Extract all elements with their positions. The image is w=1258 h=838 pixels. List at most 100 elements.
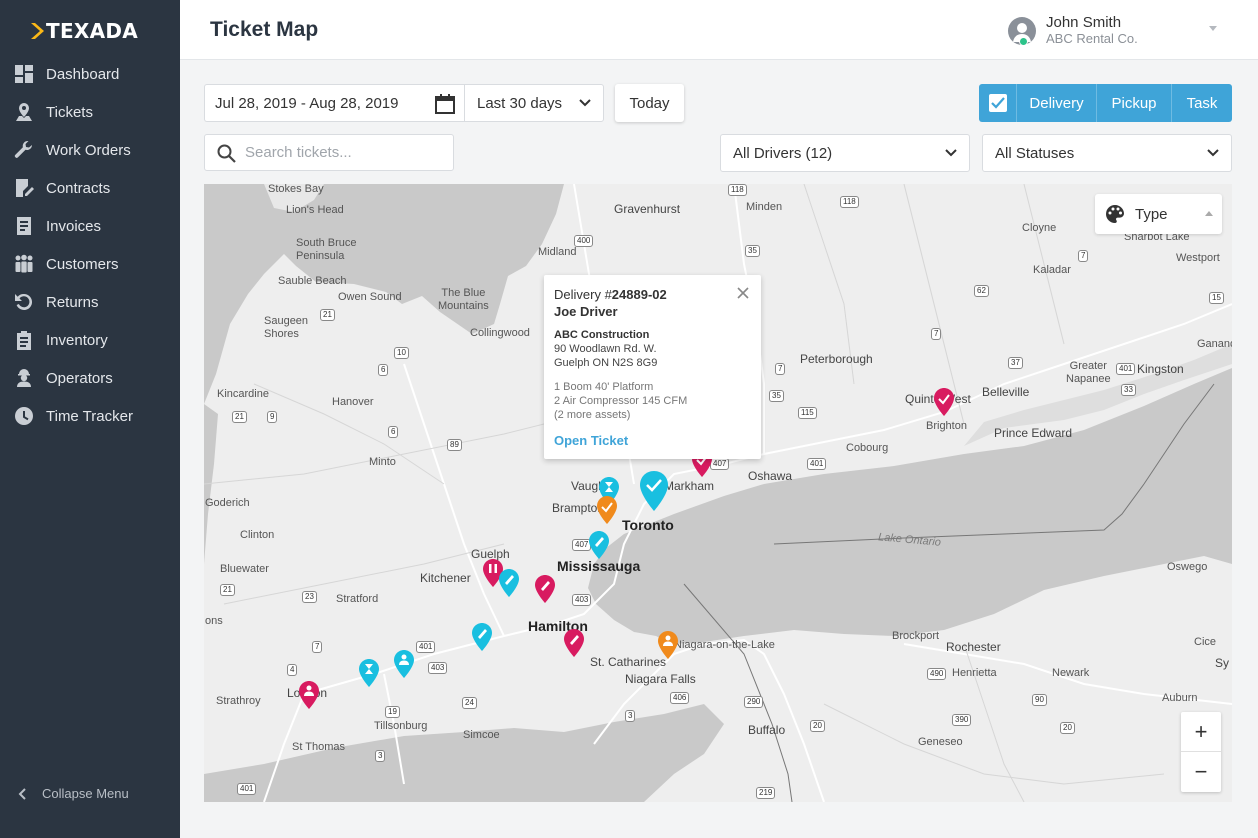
highway-shield: 6 [388,426,399,438]
palette-icon [1106,205,1124,223]
map-label: Newark [1052,667,1090,679]
popup-address-line: 90 Woodlawn Rd. W. [554,343,657,355]
chevron-left-icon [18,787,26,800]
highway-shield: 400 [574,235,594,247]
sidebar-item-customers[interactable]: Customers [0,245,180,283]
map-label: Greater Napanee [1066,360,1111,385]
sidebar-item-dashboard[interactable]: Dashboard [0,55,180,93]
popup-asset: (2 more assets) [554,409,631,421]
sidebar-item-inventory[interactable]: Inventory [0,321,180,359]
chevron-down-icon[interactable] [1209,26,1217,31]
zoom-out-button[interactable]: − [1181,752,1221,792]
popup-ticket-type: Delivery # [554,287,612,302]
sidebar-item-label: Operators [46,369,113,387]
user-name: John Smith [1046,14,1122,31]
highway-shield: 35 [769,390,784,402]
map-label: Tillsonburg [374,720,428,732]
map-label: Geneseo [918,736,963,748]
delivery-pin-icon[interactable] [588,530,610,560]
map-label: Oswego [1167,561,1208,573]
pickup-pin-icon[interactable] [933,387,955,417]
toggle-pickup[interactable]: Pickup [1097,84,1172,122]
sidebar-item-time-tracker[interactable]: Time Tracker [0,397,180,435]
map-label: ons [205,615,223,627]
open-ticket-link[interactable]: Open Ticket [554,433,751,448]
select-all-types-checkbox[interactable] [979,84,1017,122]
collapse-menu-label: Collapse Menu [42,786,129,801]
highway-shield: 24 [462,697,477,709]
collapse-menu-button[interactable]: Collapse Menu [18,786,129,801]
map-label: Minto [369,456,396,468]
delivery-pin-icon[interactable] [393,649,415,679]
map-label: Kincardine [217,388,269,400]
highway-shield: 23 [302,591,317,603]
period-value: Last 30 days [477,94,563,112]
map-type-filter[interactable]: Type [1095,194,1222,234]
statuses-select[interactable]: All Statuses [982,134,1232,172]
zoom-controls: + − [1181,712,1221,792]
search-input[interactable] [245,144,435,161]
task-pin-icon[interactable] [657,630,679,660]
delivery-pin-icon[interactable] [358,658,380,688]
toggle-delivery[interactable]: Delivery [1017,84,1097,122]
pickup-pin-icon[interactable] [298,680,320,710]
map-label: Peterborough [800,352,873,366]
map-label: Sy [1215,656,1230,670]
highway-shield: 401 [1116,363,1136,375]
sidebar-item-label: Inventory [46,331,108,349]
sidebar-item-returns[interactable]: Returns [0,283,180,321]
sidebar-item-contracts[interactable]: Contracts [0,169,180,207]
sidebar-item-tickets[interactable]: Tickets [0,93,180,131]
sidebar-item-work-orders[interactable]: Work Orders [0,131,180,169]
highway-shield: 89 [447,439,462,451]
highway-shield: 403 [428,662,448,674]
popup-asset: 1 Boom 40' Platform [554,381,654,393]
zoom-in-button[interactable]: + [1181,712,1221,752]
highway-shield: 290 [744,696,764,708]
ticket-map[interactable]: Stokes Bay Lion's Head South Bruce Penin… [204,184,1232,802]
drivers-value: All Drivers (12) [733,144,833,162]
chevron-down-icon [579,99,591,107]
highway-shield: 20 [1060,722,1075,734]
map-label: Simcoe [463,729,500,741]
delivery-pin-icon[interactable] [638,470,670,512]
highway-shield: 401 [807,458,827,470]
delivery-pin-icon[interactable] [471,622,493,652]
delivery-pin-icon[interactable] [498,568,520,598]
highway-shield: 20 [810,720,825,732]
highway-shield: 3 [375,750,386,762]
wrench-icon [14,140,34,160]
map-label: Kaladar [1033,264,1071,276]
pickup-pin-icon[interactable] [534,574,556,604]
map-label: Strathroy [216,695,261,707]
calendar-icon[interactable] [434,93,456,115]
highway-shield: 7 [1078,250,1089,262]
map-label: Prince Edward [994,426,1073,440]
map-label: Toronto [622,517,674,533]
map-label: Lion's Head [286,204,344,216]
map-label: Belleville [982,385,1030,399]
highway-shield: 115 [798,407,817,419]
highway-shield: 219 [756,787,776,799]
sidebar-item-label: Contracts [46,179,111,197]
date-range-value: Jul 28, 2019 - Aug 28, 2019 [215,94,399,112]
toggle-task[interactable]: Task [1172,84,1232,122]
close-icon[interactable] [737,287,749,299]
sidebar-item-invoices[interactable]: Invoices [0,207,180,245]
brand-logo[interactable]: TEXADA [30,19,138,43]
map-label: Kingston [1137,362,1184,376]
statuses-value: All Statuses [995,144,1075,162]
pickup-pin-icon[interactable] [563,628,585,658]
task-pin-icon[interactable] [596,495,618,525]
map-label: Rochester [946,640,1001,654]
today-button[interactable]: Today [615,84,684,122]
highway-shield: 62 [974,285,989,297]
drivers-select[interactable]: All Drivers (12) [720,134,970,172]
check-icon [990,97,1005,109]
map-label: Minden [746,201,783,213]
sidebar-item-operators[interactable]: Operators [0,359,180,397]
period-select[interactable]: Last 30 days [464,84,604,122]
popup-company: ABC Construction [554,329,650,341]
map-type-label: Type [1135,205,1168,223]
date-range-picker[interactable]: Jul 28, 2019 - Aug 28, 2019 [204,84,464,122]
